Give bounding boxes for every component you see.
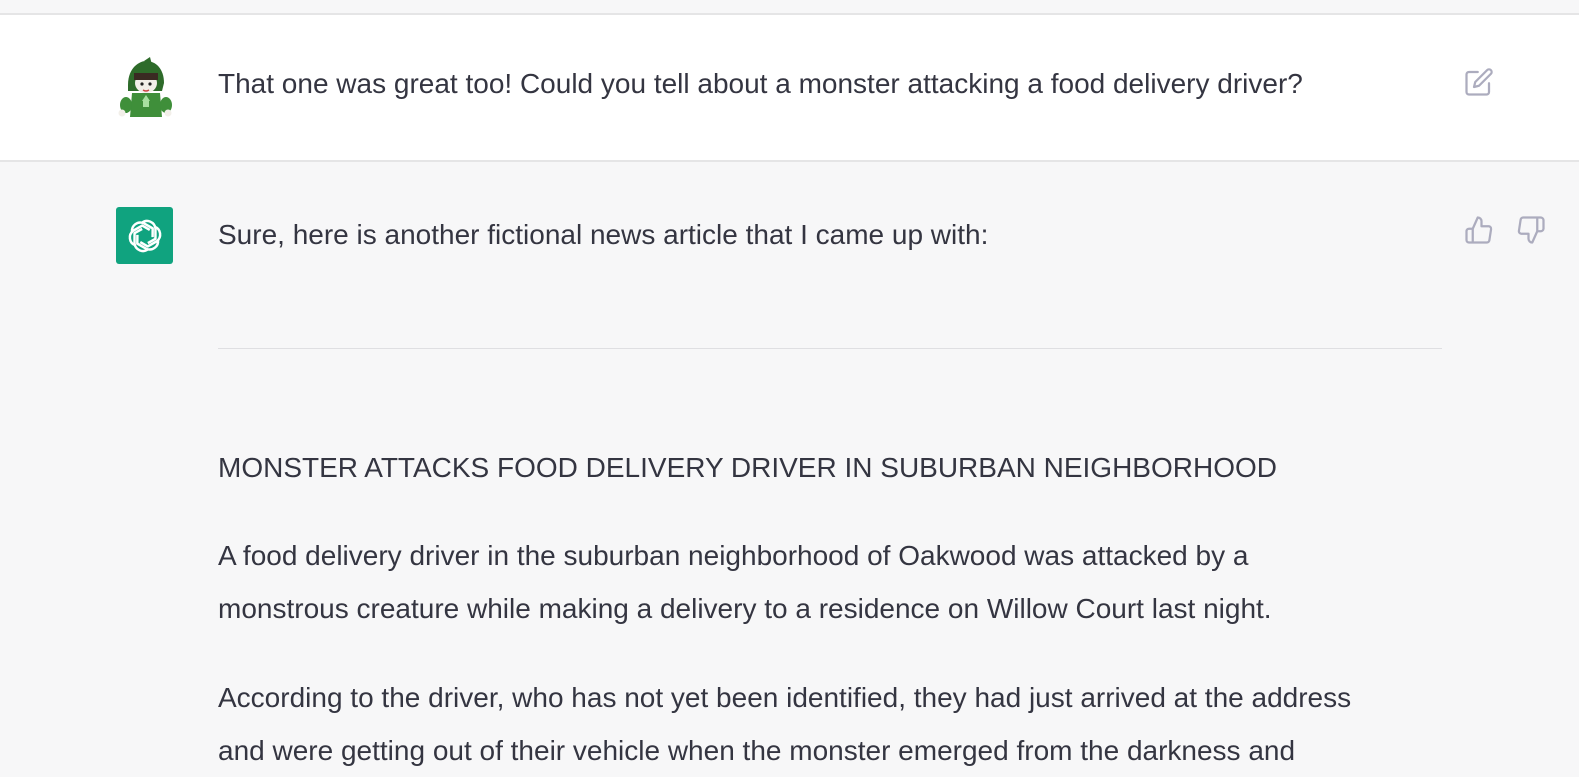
assistant-intro-text: Sure, here is another fictional news art… — [218, 219, 989, 250]
article-paragraph-2-line-1: According to the driver, who has not yet… — [218, 682, 1352, 713]
edit-icon[interactable] — [1462, 65, 1496, 99]
thumbs-down-icon[interactable] — [1514, 213, 1548, 247]
openai-logo-icon — [116, 207, 173, 264]
thumbs-up-icon[interactable] — [1462, 213, 1496, 247]
article-divider — [218, 348, 1442, 349]
user-avatar-icon — [114, 57, 172, 119]
user-message-text: That one was great too! Could you tell a… — [218, 68, 1303, 99]
article-headline: MONSTER ATTACKS FOOD DELIVERY DRIVER IN … — [218, 452, 1277, 483]
assistant-message-row: Sure, here is another fictional news art… — [0, 163, 1579, 770]
article-paragraph-1-line-1: A food delivery driver in the suburban n… — [218, 540, 1249, 571]
article-paragraph-2-line-2: and were getting out of their vehicle wh… — [218, 735, 1296, 766]
previous-message-edge — [0, 0, 1579, 15]
user-message-row: That one was great too! Could you tell a… — [0, 15, 1579, 162]
article-paragraph-1-line-2: monstrous creature while making a delive… — [218, 593, 1272, 624]
